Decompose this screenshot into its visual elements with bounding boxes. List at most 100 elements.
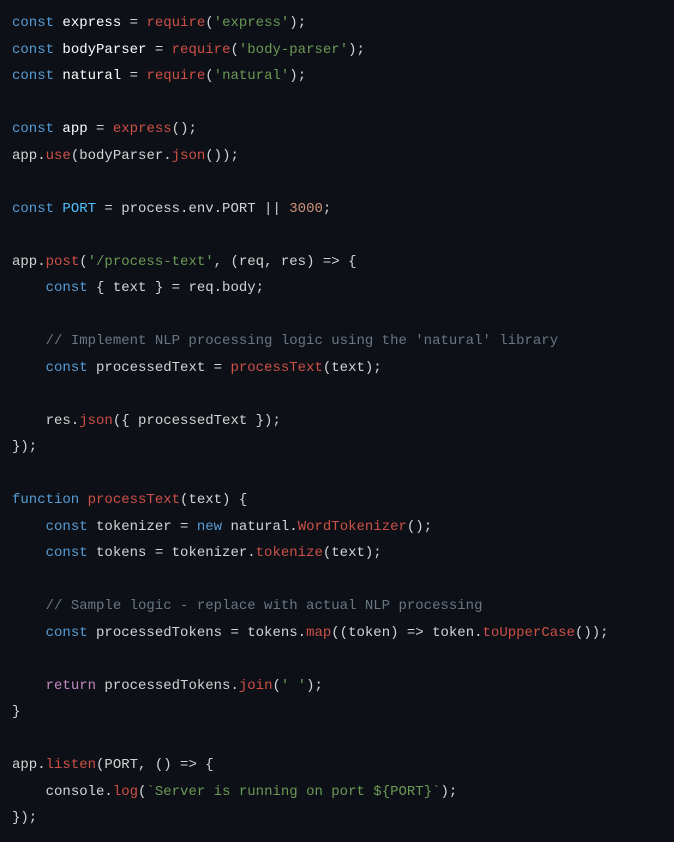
args: ({ processedText }); bbox=[113, 413, 281, 429]
keyword: const bbox=[46, 545, 88, 561]
punct: }); bbox=[12, 439, 37, 455]
punct: ( bbox=[205, 68, 213, 84]
code-line: // Implement NLP processing logic using … bbox=[12, 333, 558, 349]
code-line: const processedTokens = tokens.map((toke… bbox=[12, 625, 609, 641]
constant: PORT bbox=[62, 201, 96, 217]
number: 3000 bbox=[289, 201, 323, 217]
code-line: const express = require('express'); bbox=[12, 15, 306, 31]
args: (text); bbox=[323, 545, 382, 561]
operator: = bbox=[88, 121, 113, 137]
destructure: { text } = req.body; bbox=[88, 280, 264, 296]
punct: ( bbox=[205, 15, 213, 31]
method: use bbox=[46, 148, 71, 164]
string: 'natural' bbox=[214, 68, 290, 84]
indent bbox=[12, 519, 46, 535]
expression: = process.env.PORT || bbox=[96, 201, 289, 217]
code-line: }); bbox=[12, 439, 37, 455]
code-line: const natural = require('natural'); bbox=[12, 68, 306, 84]
identifier: express bbox=[62, 15, 121, 31]
string: '/process-text' bbox=[88, 254, 214, 270]
template-string: `Server is running on port ${PORT}` bbox=[146, 784, 440, 800]
punct: ( bbox=[272, 678, 280, 694]
method: join bbox=[239, 678, 273, 694]
method: post bbox=[46, 254, 80, 270]
code-line: const tokenizer = new natural.WordTokeni… bbox=[12, 519, 432, 535]
code-line: const app = express(); bbox=[12, 121, 197, 137]
punct: ( bbox=[230, 42, 238, 58]
string: ' ' bbox=[281, 678, 306, 694]
indent bbox=[12, 678, 46, 694]
method: tokenize bbox=[256, 545, 323, 561]
indent bbox=[12, 598, 46, 614]
punct: ); bbox=[289, 68, 306, 84]
arrow-fn: ((token) => token. bbox=[331, 625, 482, 641]
code-line: const processedText = processText(text); bbox=[12, 360, 382, 376]
keyword: function bbox=[12, 492, 79, 508]
identifier: processedTokens. bbox=[96, 678, 239, 694]
identifier: console. bbox=[46, 784, 113, 800]
function-name: processText bbox=[88, 492, 180, 508]
code-line: const { text } = req.body; bbox=[12, 280, 264, 296]
identifier: res. bbox=[46, 413, 80, 429]
code-line: console.log(`Server is running on port $… bbox=[12, 784, 457, 800]
keyword: const bbox=[12, 68, 54, 84]
method: toUpperCase bbox=[483, 625, 575, 641]
indent bbox=[12, 625, 46, 641]
identifier: tokens = tokenizer. bbox=[88, 545, 256, 561]
punct: ); bbox=[289, 15, 306, 31]
punct: ); bbox=[441, 784, 458, 800]
punct: ; bbox=[323, 201, 331, 217]
function-call: require bbox=[146, 15, 205, 31]
method: listen bbox=[46, 757, 96, 773]
identifier: app. bbox=[12, 148, 46, 164]
keyword: const bbox=[12, 121, 54, 137]
function-call: express bbox=[113, 121, 172, 137]
code-block: const express = require('express'); cons… bbox=[12, 10, 662, 832]
keyword: const bbox=[46, 280, 88, 296]
keyword: const bbox=[12, 42, 54, 58]
code-line: const tokens = tokenizer.tokenize(text); bbox=[12, 545, 382, 561]
keyword: const bbox=[46, 519, 88, 535]
operator: = bbox=[121, 68, 146, 84]
comment: // Implement NLP processing logic using … bbox=[46, 333, 558, 349]
code-line: app.listen(PORT, () => { bbox=[12, 757, 214, 773]
args: (PORT, () => { bbox=[96, 757, 214, 773]
identifier: tokenizer = bbox=[88, 519, 197, 535]
identifier: natural bbox=[62, 68, 121, 84]
function-call: require bbox=[172, 42, 231, 58]
keyword: const bbox=[12, 15, 54, 31]
method: json bbox=[79, 413, 113, 429]
indent bbox=[12, 360, 46, 376]
identifier: natural. bbox=[222, 519, 298, 535]
class-name: WordTokenizer bbox=[298, 519, 407, 535]
keyword: const bbox=[46, 625, 88, 641]
method: map bbox=[306, 625, 331, 641]
identifier: app. bbox=[12, 757, 46, 773]
function-call: processText bbox=[230, 360, 322, 376]
indent bbox=[12, 545, 46, 561]
punct: } bbox=[12, 704, 20, 720]
comment: // Sample logic - replace with actual NL… bbox=[46, 598, 483, 614]
string: 'body-parser' bbox=[239, 42, 348, 58]
indent bbox=[12, 333, 46, 349]
identifier: processedText = bbox=[88, 360, 231, 376]
identifier: bodyParser bbox=[62, 42, 146, 58]
punct: ); bbox=[348, 42, 365, 58]
function-call: require bbox=[146, 68, 205, 84]
method: json bbox=[172, 148, 206, 164]
indent bbox=[12, 413, 46, 429]
punct: (); bbox=[172, 121, 197, 137]
arrow-fn: , (req, res) => { bbox=[214, 254, 357, 270]
punct: ()); bbox=[575, 625, 609, 641]
identifier: app. bbox=[12, 254, 46, 270]
operator: = bbox=[121, 15, 146, 31]
operator: = bbox=[146, 42, 171, 58]
args: (text); bbox=[323, 360, 382, 376]
punct: (); bbox=[407, 519, 432, 535]
keyword: new bbox=[197, 519, 222, 535]
code-line: const PORT = process.env.PORT || 3000; bbox=[12, 201, 331, 217]
code-line: const bodyParser = require('body-parser'… bbox=[12, 42, 365, 58]
params: (text) { bbox=[180, 492, 247, 508]
indent bbox=[12, 280, 46, 296]
code-line: app.use(bodyParser.json()); bbox=[12, 148, 239, 164]
